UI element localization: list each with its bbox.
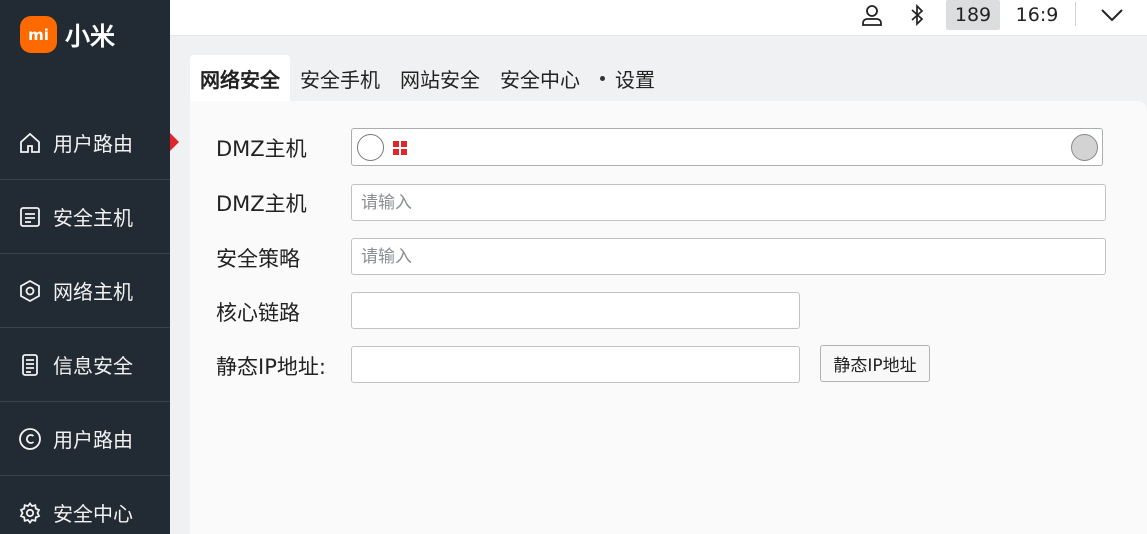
dmz-host-label-2: DMZ主机 <box>216 192 307 216</box>
sidebar: mi 小米 用户路由 安全主机 网络主机 信息安全 用户路由 安全中心 <box>0 0 170 534</box>
radio-off-icon[interactable] <box>357 134 384 161</box>
tab-settings[interactable]: 设置 <box>590 55 665 101</box>
count-badge: 189 <box>946 0 1000 30</box>
brand-name: 小米 <box>65 21 116 51</box>
dmz-host-input[interactable] <box>351 184 1106 221</box>
dmz-host-label: DMZ主机 <box>216 137 307 161</box>
shield-hexagon-icon <box>18 279 42 303</box>
list-icon <box>18 205 42 229</box>
gear-icon <box>18 501 42 525</box>
sidebar-item-label: 安全主机 <box>53 206 133 230</box>
user-icon[interactable] <box>858 0 886 30</box>
sidebar-item-label: 用户路由 <box>53 132 133 156</box>
active-nav-marker <box>170 133 179 151</box>
tab-security-center[interactable]: 安全中心 <box>490 55 590 101</box>
sidebar-item-label: 网络主机 <box>53 280 133 304</box>
copyright-icon <box>18 427 42 451</box>
sidebar-nav: 用户路由 安全主机 网络主机 信息安全 用户路由 安全中心 <box>0 106 170 534</box>
sidebar-item-network-host[interactable]: 网络主机 <box>0 254 170 328</box>
bluetooth-icon[interactable] <box>905 0 929 30</box>
tab-security-phone[interactable]: 安全手机 <box>290 55 390 101</box>
sidebar-item-label: 安全中心 <box>53 502 133 526</box>
security-policy-label: 安全策略 <box>216 247 300 271</box>
form-panel: DMZ主机 DMZ主机 安全策略 核心链路 静态IP地址: 静态IP地址 <box>190 101 1147 534</box>
sidebar-item-security-host[interactable]: 安全主机 <box>0 180 170 254</box>
brand[interactable]: mi 小米 <box>20 16 115 53</box>
sidebar-item-label: 信息安全 <box>53 354 133 378</box>
static-ip-button[interactable]: 静态IP地址 <box>820 345 930 382</box>
chevron-down-icon[interactable] <box>1095 0 1129 30</box>
security-policy-input[interactable] <box>351 238 1106 275</box>
ratio-label[interactable]: 16:9 <box>1012 0 1062 30</box>
top-bar: 189 16:9 <box>170 0 1147 36</box>
static-ip-label: 静态IP地址: <box>216 355 326 379</box>
mi-logo: mi <box>20 16 57 53</box>
sidebar-item-user-route-2[interactable]: 用户路由 <box>0 402 170 476</box>
static-ip-input[interactable] <box>351 346 800 383</box>
tab-network-security[interactable]: 网络安全 <box>190 55 290 101</box>
topbar-divider <box>1075 2 1076 26</box>
dmz-host-select[interactable] <box>351 128 1103 166</box>
bullet-dot <box>600 75 605 81</box>
grid-icon <box>393 141 407 155</box>
sidebar-item-security-center[interactable]: 安全中心 <box>0 476 170 534</box>
sidebar-item-label: 用户路由 <box>53 428 133 452</box>
radio-toggle-icon[interactable] <box>1071 134 1098 161</box>
tab-bar: 网络安全 安全手机 网站安全 安全中心 设置 <box>190 55 665 101</box>
tab-settings-label: 设置 <box>615 67 655 92</box>
home-icon <box>18 131 42 155</box>
document-icon <box>18 353 42 377</box>
core-link-label: 核心链路 <box>216 301 300 325</box>
sidebar-item-user-route[interactable]: 用户路由 <box>0 106 170 180</box>
tab-website-security[interactable]: 网站安全 <box>390 55 490 101</box>
core-link-input[interactable] <box>351 292 800 329</box>
sidebar-item-info-security[interactable]: 信息安全 <box>0 328 170 402</box>
